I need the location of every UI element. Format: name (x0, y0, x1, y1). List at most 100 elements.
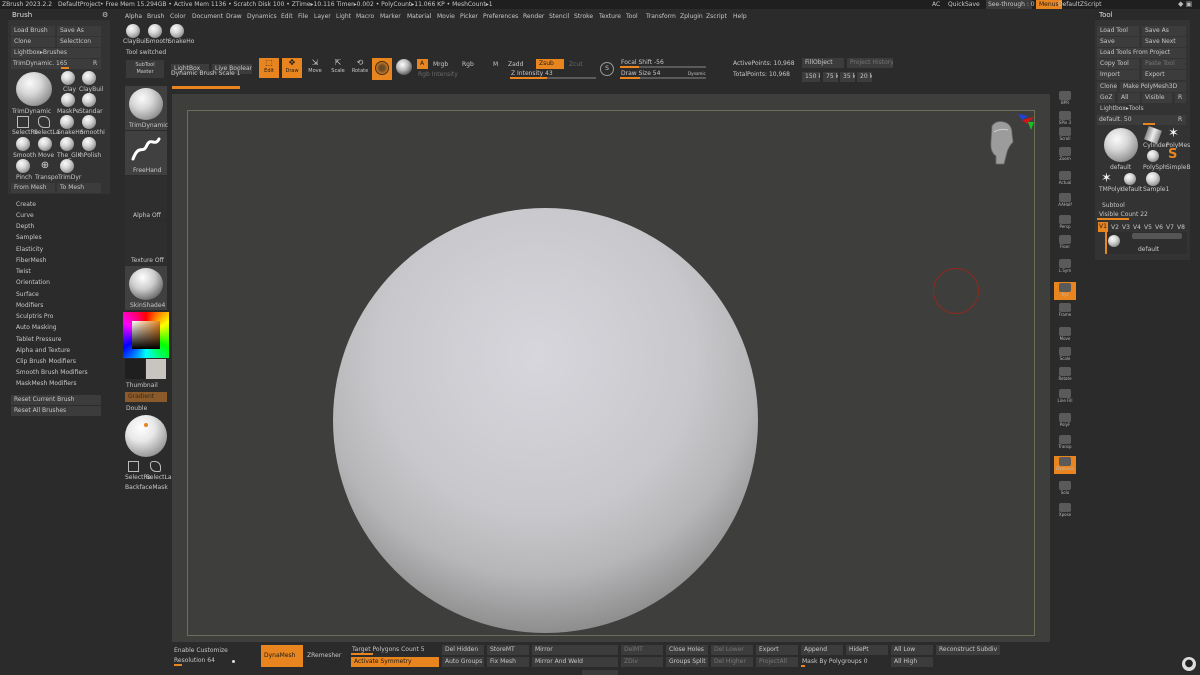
tool-default-slider[interactable]: default. 50 R (1097, 115, 1186, 125)
section-fibermesh[interactable]: FiberMesh (16, 257, 46, 264)
section-create[interactable]: Create (16, 201, 36, 208)
menu-dynamics[interactable]: Dynamics (247, 13, 277, 20)
alpha-tile[interactable]: Alpha Off (125, 176, 167, 220)
select-lasso-icon[interactable] (150, 461, 161, 472)
menu-edit[interactable]: Edit (281, 13, 293, 20)
gradient-toggle[interactable]: Gradient (125, 392, 167, 402)
texture-tile[interactable]: Texture Off (125, 221, 167, 265)
stroke-tile[interactable]: FreeHand (125, 131, 167, 175)
settings-gear-icon[interactable]: ● (1182, 657, 1196, 671)
pts-75k-button[interactable]: 75 k (823, 72, 838, 82)
brush-transpose-icon[interactable]: ⊕ (38, 159, 52, 173)
to-mesh-button[interactable]: To Mesh (57, 183, 101, 193)
version-v3-button[interactable]: V3 (1122, 224, 1130, 231)
menu-tool[interactable]: Tool (626, 13, 638, 20)
color-picker[interactable] (123, 312, 169, 358)
menu-brush[interactable]: Brush (147, 13, 164, 20)
window-controls[interactable]: ◆ ▣ (1178, 0, 1200, 9)
brush-clone-button[interactable]: Clone (11, 37, 55, 47)
backface-mask-label[interactable]: BackfaceMask (125, 484, 168, 491)
secondary-color-swatch[interactable] (146, 359, 166, 379)
groups-split-button[interactable]: Groups Split (666, 657, 708, 667)
storemt-button[interactable]: StoreMT (487, 645, 529, 655)
quicksave-button[interactable]: QuickSave (948, 1, 980, 8)
bottom-scroll-handle[interactable] (582, 670, 618, 675)
rgb-toggle[interactable]: Rgb (462, 61, 474, 68)
goz-r-button[interactable]: R (1175, 93, 1186, 103)
version-v8-button[interactable]: V8 (1177, 224, 1185, 231)
ac-button[interactable]: AC (932, 1, 940, 8)
right-shelf-xpose-button[interactable]: Xpose (1054, 502, 1076, 520)
del-higher-button[interactable]: Del Higher (711, 657, 753, 667)
brush-pinch-icon[interactable] (16, 159, 30, 173)
fill-object-button[interactable]: FillObject (802, 58, 844, 68)
menu-file[interactable]: File (298, 13, 308, 20)
right-shelf-aahalf-button[interactable]: AAHalf (1054, 192, 1076, 210)
tool-default-r[interactable]: R (1178, 116, 1182, 123)
right-shelf-rotate-button[interactable]: Rotate (1054, 366, 1076, 384)
palette-settings-icon[interactable]: ⚙ (102, 11, 108, 19)
section-surface[interactable]: Surface (16, 291, 39, 298)
resolution-slider[interactable]: Resolution 64 (174, 656, 238, 666)
right-shelf-zoom-button[interactable]: Zoom (1054, 146, 1076, 164)
paste-tool-button[interactable]: Paste Tool (1142, 59, 1186, 69)
section-clip-brush[interactable]: Clip Brush Modifiers (16, 358, 76, 365)
dynamic-brush-scale-slider[interactable]: Dynamic Brush Scale 1 (171, 69, 240, 78)
section-elasticity[interactable]: Elasticity (16, 246, 43, 253)
section-alpha-texture[interactable]: Alpha and Texture (16, 347, 70, 354)
dynamesh-button[interactable]: DynaMesh (261, 645, 303, 667)
tool-polymesh-icon[interactable]: ✶ (1168, 127, 1182, 141)
right-shelf-scale-button[interactable]: Scale (1054, 346, 1076, 364)
reset-current-brush-button[interactable]: Reset Current Brush (11, 395, 101, 405)
del-hidden-button[interactable]: Del Hidden (442, 645, 484, 655)
visible-count-slider[interactable]: Visible Count 22 (1097, 210, 1186, 220)
brush-clay-icon[interactable] (61, 71, 75, 85)
zcut-toggle[interactable]: Zcut (569, 61, 583, 68)
tool-export-button[interactable]: Export (1142, 70, 1186, 80)
right-shelf-scroll-button[interactable]: Scroll (1054, 126, 1076, 144)
close-holes-button[interactable]: Close Holes (666, 645, 708, 655)
version-v7-button[interactable]: V7 (1166, 224, 1174, 231)
goz-button[interactable]: GoZ (1097, 93, 1115, 103)
sculpt-sphere[interactable] (333, 208, 758, 633)
mirror-weld-button[interactable]: Mirror And Weld (532, 657, 618, 667)
append-button[interactable]: Append (801, 645, 843, 655)
brush-snakehook-icon[interactable] (60, 115, 74, 129)
tool-default-thumb[interactable] (1104, 128, 1138, 162)
pts-35k-button[interactable]: 35 k (840, 72, 855, 82)
section-twist[interactable]: Twist (16, 268, 31, 275)
subtool-section-title[interactable]: Subtool (1102, 202, 1125, 209)
version-v4-button[interactable]: V4 (1133, 224, 1141, 231)
a-toggle[interactable]: A (417, 59, 428, 69)
right-shelf-floor-button[interactable]: Floor (1054, 234, 1076, 252)
shelf-brush-smooth-icon[interactable] (148, 24, 162, 38)
dynamic-toggle[interactable]: Dynamic (688, 71, 706, 76)
zadd-toggle[interactable]: Zadd (508, 61, 523, 68)
tool-savenext-button[interactable]: Save Next (1142, 37, 1186, 47)
menu-preferences[interactable]: Preferences (483, 13, 518, 20)
draw-button[interactable]: ✥ Draw (282, 58, 302, 78)
right-shelf-bpr-button[interactable]: BPR (1054, 90, 1076, 108)
menu-stencil[interactable]: Stencil (549, 13, 569, 20)
tool-save-button[interactable]: Save (1097, 37, 1139, 47)
tool-import-button[interactable]: Import (1097, 70, 1139, 80)
target-polygons-slider[interactable]: Target Polygons Count 5 (351, 645, 439, 655)
menu-material[interactable]: Material (407, 13, 431, 20)
menu-light[interactable]: Light (336, 13, 351, 20)
mask-by-polygroups-slider[interactable]: Mask By Polygroups 0 (801, 657, 889, 667)
version-v5-button[interactable]: V5 (1144, 224, 1152, 231)
goz-visible-button[interactable]: Visible (1142, 93, 1172, 103)
pts-20k-button[interactable]: 20 k (857, 72, 872, 82)
section-smooth-brush[interactable]: Smooth Brush Modifiers (16, 369, 88, 376)
projectall-button[interactable]: ProjectAll (756, 657, 798, 667)
double-thumb[interactable] (125, 415, 167, 457)
edit-button[interactable]: ⬚ Edit (259, 58, 279, 78)
brush-preview-button[interactable] (372, 58, 392, 80)
select-icon-button[interactable]: SelectIcon (57, 37, 101, 47)
lightbox-brushes-button[interactable]: Lightbox▸Brushes (11, 48, 101, 58)
right-shelf-l-sym-button[interactable]: L.Sym (1054, 258, 1076, 276)
tool-saveas-button[interactable]: Save As (1142, 26, 1186, 36)
right-shelf-line-fill-button[interactable]: Line Fill (1054, 388, 1076, 406)
zsub-toggle[interactable]: Zsub (536, 59, 564, 69)
mirror-button[interactable]: Mirror (532, 645, 618, 655)
